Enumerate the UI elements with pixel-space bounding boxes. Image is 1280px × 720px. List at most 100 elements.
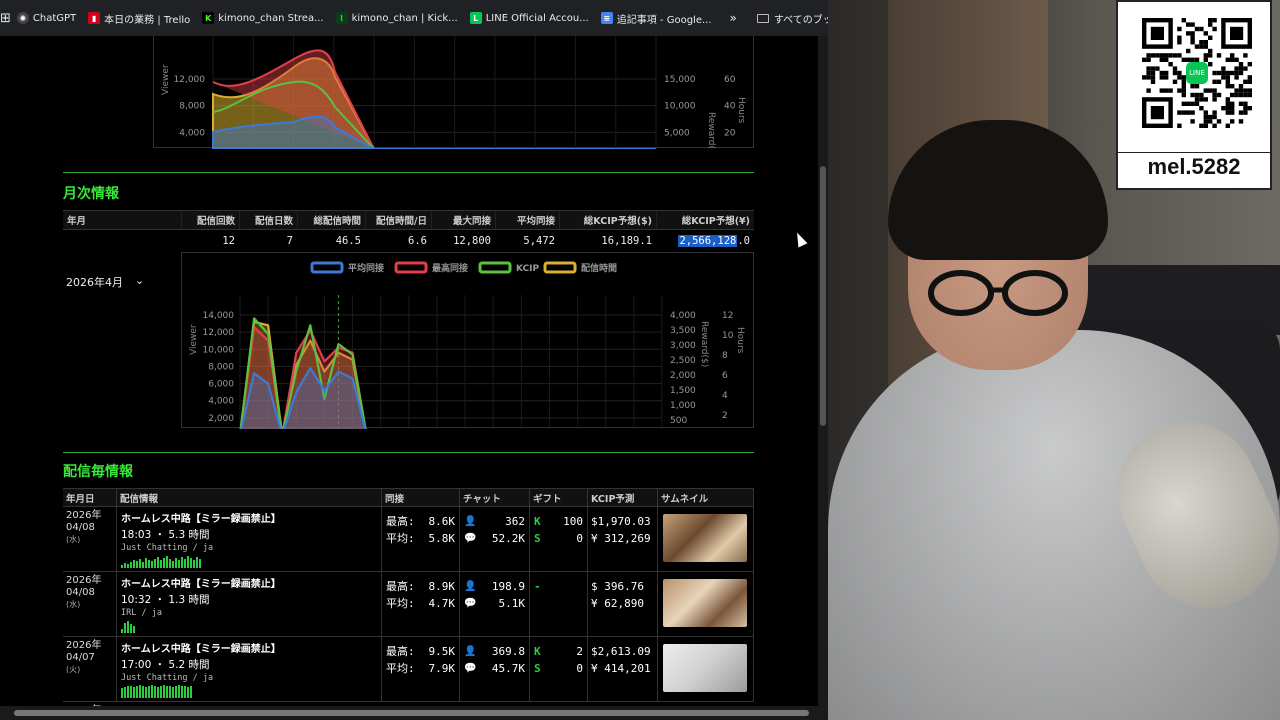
stream-chat: 👤 198.9 💬 5.1K — [460, 572, 530, 636]
y-mid-tick-label: 3,500 — [670, 326, 696, 336]
legend-label: 平均同接 — [348, 262, 384, 274]
stream-date: 2026年 04/07 (火) — [63, 637, 117, 701]
line-logo-icon: LINE — [1189, 68, 1205, 77]
top-chart-ylabel-left: Viewer — [161, 64, 171, 95]
folder-icon — [756, 13, 769, 23]
legend-label: 最高同接 — [432, 262, 468, 274]
stream-thumbnail[interactable] — [663, 644, 747, 692]
all-bookmarks-folder[interactable]: すべてのブックマーク — [756, 11, 828, 26]
col-kcip: KCIP予測 — [588, 489, 658, 506]
bookmark-google-docs[interactable]: ≡ 追記事項 - Google... — [595, 6, 718, 30]
horizontal-scrollbar[interactable] — [0, 706, 828, 720]
table-row[interactable]: 2026年 04/08 (水) ホームレス中路【ミラー録画禁止】 10:32 ・ 1.3… — [63, 572, 754, 637]
kick-chart-icon: ⌇ — [335, 12, 348, 24]
y-tick-label: 4,000 — [208, 397, 234, 407]
stream-chat: 👤 362 💬 52.2K — [460, 507, 530, 571]
value-stream-count: 12 — [222, 235, 235, 247]
stream-thumbnail-cell — [658, 507, 754, 571]
streams-table-header: 年月日 配信情報 同接 チャット ギフト KCIP予測 サムネイル — [63, 488, 754, 507]
y-tick-label: 12,000 — [203, 328, 235, 338]
stream-thumbnail[interactable] — [663, 514, 747, 562]
y-right-tick-label: 2 — [722, 411, 728, 421]
value-stream-days: 7 — [286, 235, 293, 247]
bookmark-chatgpt[interactable]: ✺ ChatGPT — [11, 6, 82, 30]
stream-viewers: 最高: 9.5K 平均: 7.9K — [382, 637, 460, 701]
stream-gift: K2S0 — [530, 637, 588, 701]
apps-icon[interactable]: ⊞ — [0, 11, 11, 26]
col-stream-info: 配信情報 — [117, 489, 382, 506]
stream-title[interactable]: ホームレス中路【ミラー録画禁止】 — [121, 510, 381, 525]
selected-text: 2,566,128 — [678, 235, 738, 247]
table-row[interactable]: 2026年 04/07 (火) ホームレス中路【ミラー録画禁止】 17:00 ・ 5.2… — [63, 637, 754, 702]
y-right-tick-label: 40 — [724, 102, 736, 112]
y-mid-tick-label: 2,500 — [670, 356, 696, 366]
col-thumbnail: サムネイル — [658, 489, 754, 506]
stream-date: 2026年 04/08 (水) — [63, 572, 117, 636]
qr-label: mel.5282 — [1147, 154, 1241, 179]
legend-swatch — [543, 261, 577, 274]
y-mid-tick-label: 1,000 — [670, 401, 696, 411]
y-mid-tick-label: 10,000 — [664, 102, 696, 112]
line-icon: L — [469, 12, 482, 24]
stream-info[interactable]: ホームレス中路【ミラー録画禁止】 10:32 ・ 1.3 時間 IRL / ja — [117, 572, 382, 636]
stream-viewers: 最高: 8.9K 平均: 4.7K — [382, 572, 460, 636]
top-chart-ylabel-mid: Reward($) — [706, 112, 716, 149]
stream-kcip: $1,970.03 ¥ 312,269 — [588, 507, 658, 571]
y-mid-tick-label: 1,500 — [670, 386, 696, 396]
stream-thumbnail-cell — [658, 572, 754, 636]
y-tick-label: 8,000 — [208, 362, 234, 372]
col-stream-count: 配信回数 — [181, 211, 239, 229]
monthly-chart-panel: 平均同接 最高同接 KCIP 配信時間 Viewer Reward($) Hours … — [181, 252, 754, 458]
vertical-scrollbar[interactable] — [818, 36, 828, 706]
stream-info[interactable]: ホームレス中路【ミラー録画禁止】 18:03 ・ 5.3 時間 Just Chatt… — [117, 507, 382, 571]
viewer-sparkline — [121, 554, 201, 568]
y-mid-tick-label: 500 — [670, 416, 687, 426]
monthly-chart-ylabel: Viewer — [189, 324, 199, 355]
stream-kcip: $2,613.09 ¥ 414,201 — [588, 637, 658, 701]
col-date: 年月日 — [63, 489, 117, 506]
viewer-sparkline — [121, 619, 135, 633]
stream-title[interactable]: ホームレス中路【ミラー録画禁止】 — [121, 640, 381, 655]
month-select[interactable]: 2026年4月 ⌄ — [66, 274, 144, 290]
chevron-down-icon: ⌄ — [135, 274, 145, 287]
sub-s-icon: S — [534, 532, 541, 545]
stream-kcip: $ 396.76 ¥ 62,890 — [588, 572, 658, 636]
top-chart-panel: Viewer Reward($) Hours 12,0008,0004,0000… — [153, 36, 754, 178]
col-year-month: 年月 — [67, 216, 87, 227]
bookmark-line[interactable]: L LINE Official Accou... — [464, 6, 595, 30]
stream-info[interactable]: ホームレス中路【ミラー録画禁止】 17:00 ・ 5.2 時間 Just Chatt… — [117, 637, 382, 701]
horizontal-scrollbar-thumb[interactable] — [14, 710, 809, 716]
bookmarks-overflow-button[interactable]: » — [722, 11, 745, 25]
col-avg-viewers: 平均同接 — [495, 211, 559, 229]
sub-s-icon: S — [534, 662, 541, 675]
stream-category: Just Chatting / ja — [121, 673, 214, 683]
qr-code-icon: LINE — [1142, 18, 1252, 128]
bookmark-trello[interactable]: ▮ 本日の業務 | Trello — [82, 6, 196, 30]
legend-swatch — [310, 261, 344, 274]
y-mid-tick-label: 3,000 — [670, 341, 696, 351]
user-icon: 👤 — [464, 516, 477, 527]
y-tick-label: 4,000 — [179, 128, 205, 138]
bookmark-kick-chart[interactable]: ⌇ kimono_chan | Kick... — [330, 6, 464, 30]
stream-thumbnail[interactable] — [663, 579, 747, 627]
stream-chat: 👤 369.8 💬 45.7K — [460, 637, 530, 701]
monthly-section-title: 月次情報 — [63, 186, 119, 202]
section-divider — [63, 172, 754, 173]
chatgpt-icon: ✺ — [16, 12, 29, 24]
viewer-sparkline — [121, 684, 192, 698]
chat-icon: 💬 — [464, 663, 477, 674]
y-right-tick-label: 12 — [722, 311, 733, 321]
kick-k-icon: K — [534, 515, 541, 528]
y-tick-label: 12,000 — [174, 75, 206, 85]
chat-icon: 💬 — [464, 598, 477, 609]
top-chart-ylabel-right: Hours — [736, 97, 746, 124]
kick-k-icon: K — [534, 645, 541, 658]
stream-title[interactable]: ホームレス中路【ミラー録画禁止】 — [121, 575, 381, 590]
table-row[interactable]: 2026年 04/08 (水) ホームレス中路【ミラー録画禁止】 18:03 ・ 5.3… — [63, 507, 754, 572]
col-total-hours: 総配信時間 — [297, 211, 365, 229]
monthly-chart: 平均同接 最高同接 KCIP 配信時間 Viewer Reward($) Hours … — [189, 261, 745, 458]
stream-thumbnail-cell — [658, 637, 754, 701]
bookmark-kick-stream[interactable]: K kimono_chan Strea... — [196, 6, 329, 30]
vertical-scrollbar-thumb[interactable] — [820, 166, 826, 426]
kick-k-icon: - — [534, 580, 541, 593]
